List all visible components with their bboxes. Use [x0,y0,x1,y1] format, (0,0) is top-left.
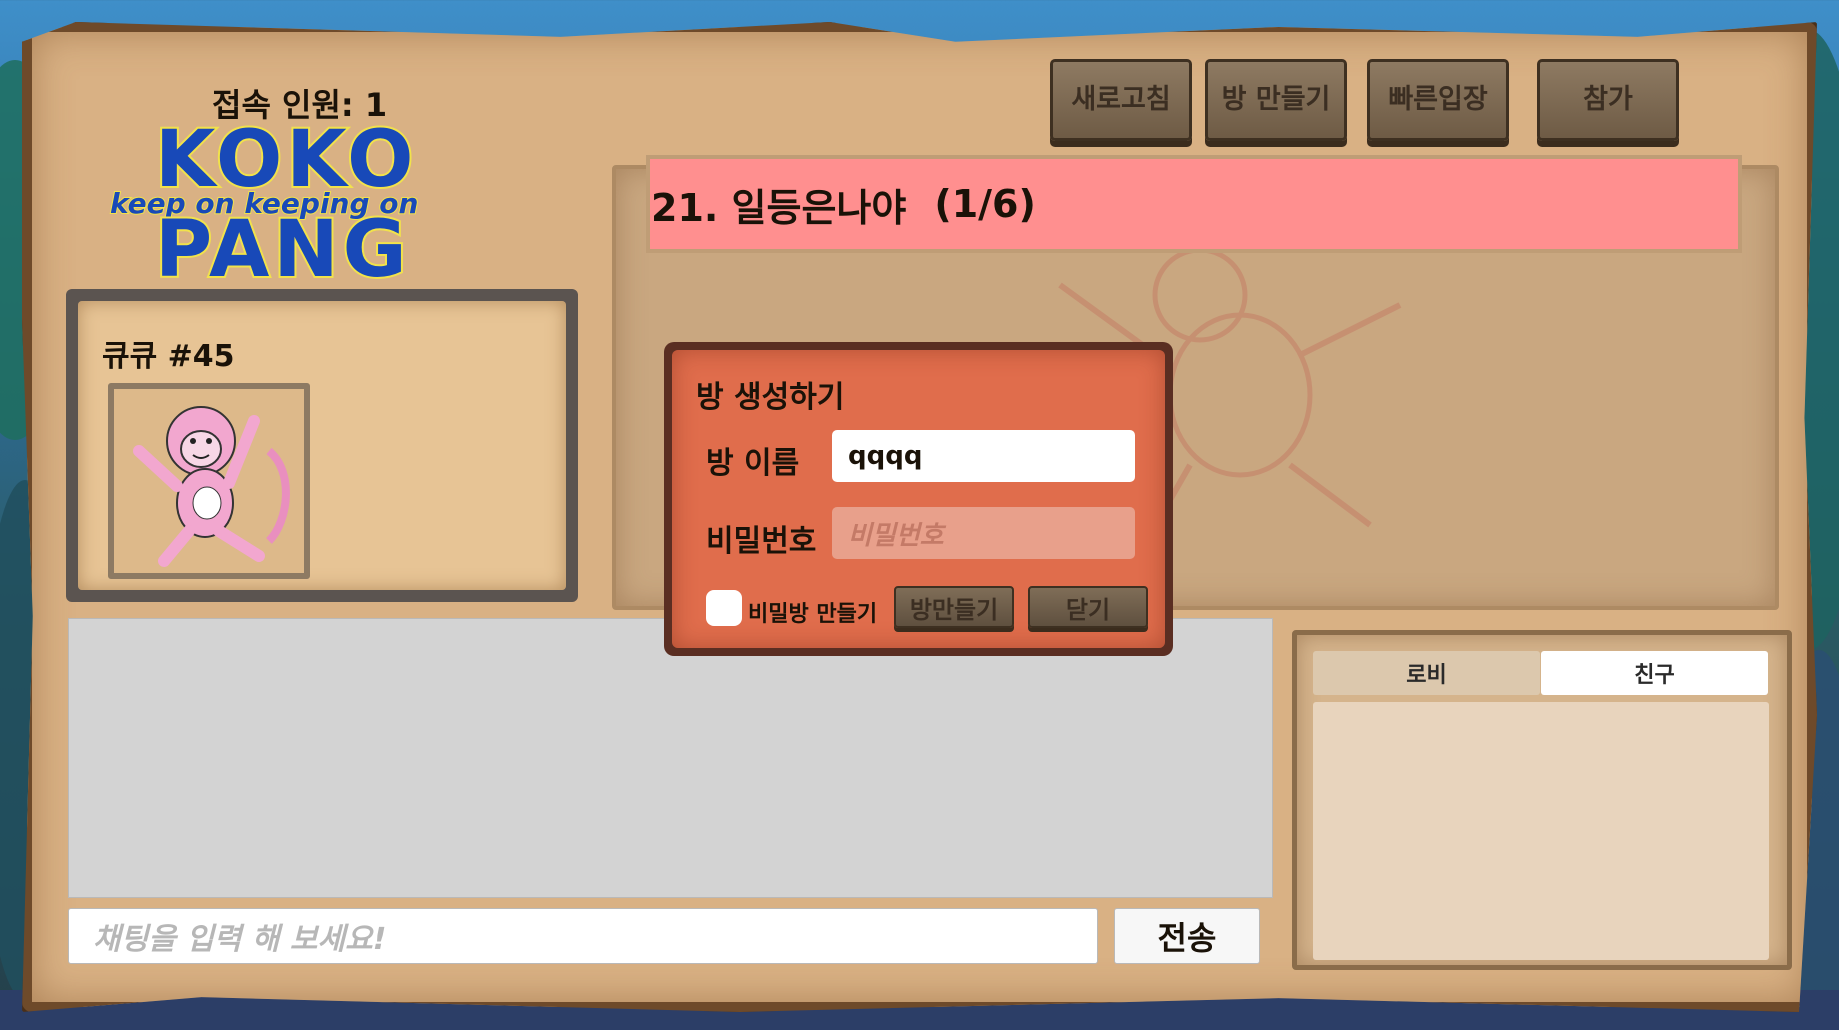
close-dialog-button[interactable]: 닫기 [1028,586,1148,628]
room-name-label: 방 이름 [706,446,800,481]
create-room-dialog: 방 생성하기 방 이름 qqqq 비밀번호 비밀번호 비밀방 만들기 방만들기 … [664,342,1173,656]
password-input[interactable]: 비밀번호 [832,507,1135,559]
chat-input-placeholder: 채팅을 입력 해 보세요! [93,922,387,957]
room-title: 21. 일등은나야 [651,185,907,230]
profile-name: 큐큐 #45 [102,339,235,374]
send-button[interactable]: 전송 [1114,908,1260,964]
create-room-button[interactable]: 방 만들기 [1205,59,1347,141]
game-logo: KOKO keep on keeping on PANG [109,113,495,297]
tab-lobby[interactable]: 로비 [1313,651,1540,695]
join-button[interactable]: 참가 [1537,59,1679,141]
room-name-input[interactable]: qqqq [832,430,1135,482]
profile-card: 큐큐 #45 [66,289,578,602]
confirm-create-room-button[interactable]: 방만들기 [894,586,1014,628]
private-room-label: 비밀방 만들기 [748,602,878,627]
refresh-button[interactable]: 새로고침 [1050,59,1192,141]
room-row[interactable]: 21. 일등은나야 (1/6) [646,155,1742,253]
quick-join-button[interactable]: 빠른입장 [1367,59,1509,141]
tab-friends[interactable]: 친구 [1541,651,1768,695]
password-label: 비밀번호 [706,524,817,559]
profile-card-inner: 큐큐 #45 [78,301,566,590]
chat-log[interactable] [68,618,1273,898]
friends-list[interactable] [1313,702,1769,960]
monkey-avatar-icon [133,406,290,567]
chat-input[interactable]: 채팅을 입력 해 보세요! [68,908,1098,964]
avatar [108,383,310,579]
create-room-dialog-body: 방 생성하기 방 이름 qqqq 비밀번호 비밀번호 비밀방 만들기 방만들기 … [672,350,1165,648]
logo-line2: PANG [153,203,411,297]
dialog-title: 방 생성하기 [696,380,845,415]
private-room-checkbox[interactable] [706,590,742,626]
room-occupancy: (1/6) [934,182,1036,226]
